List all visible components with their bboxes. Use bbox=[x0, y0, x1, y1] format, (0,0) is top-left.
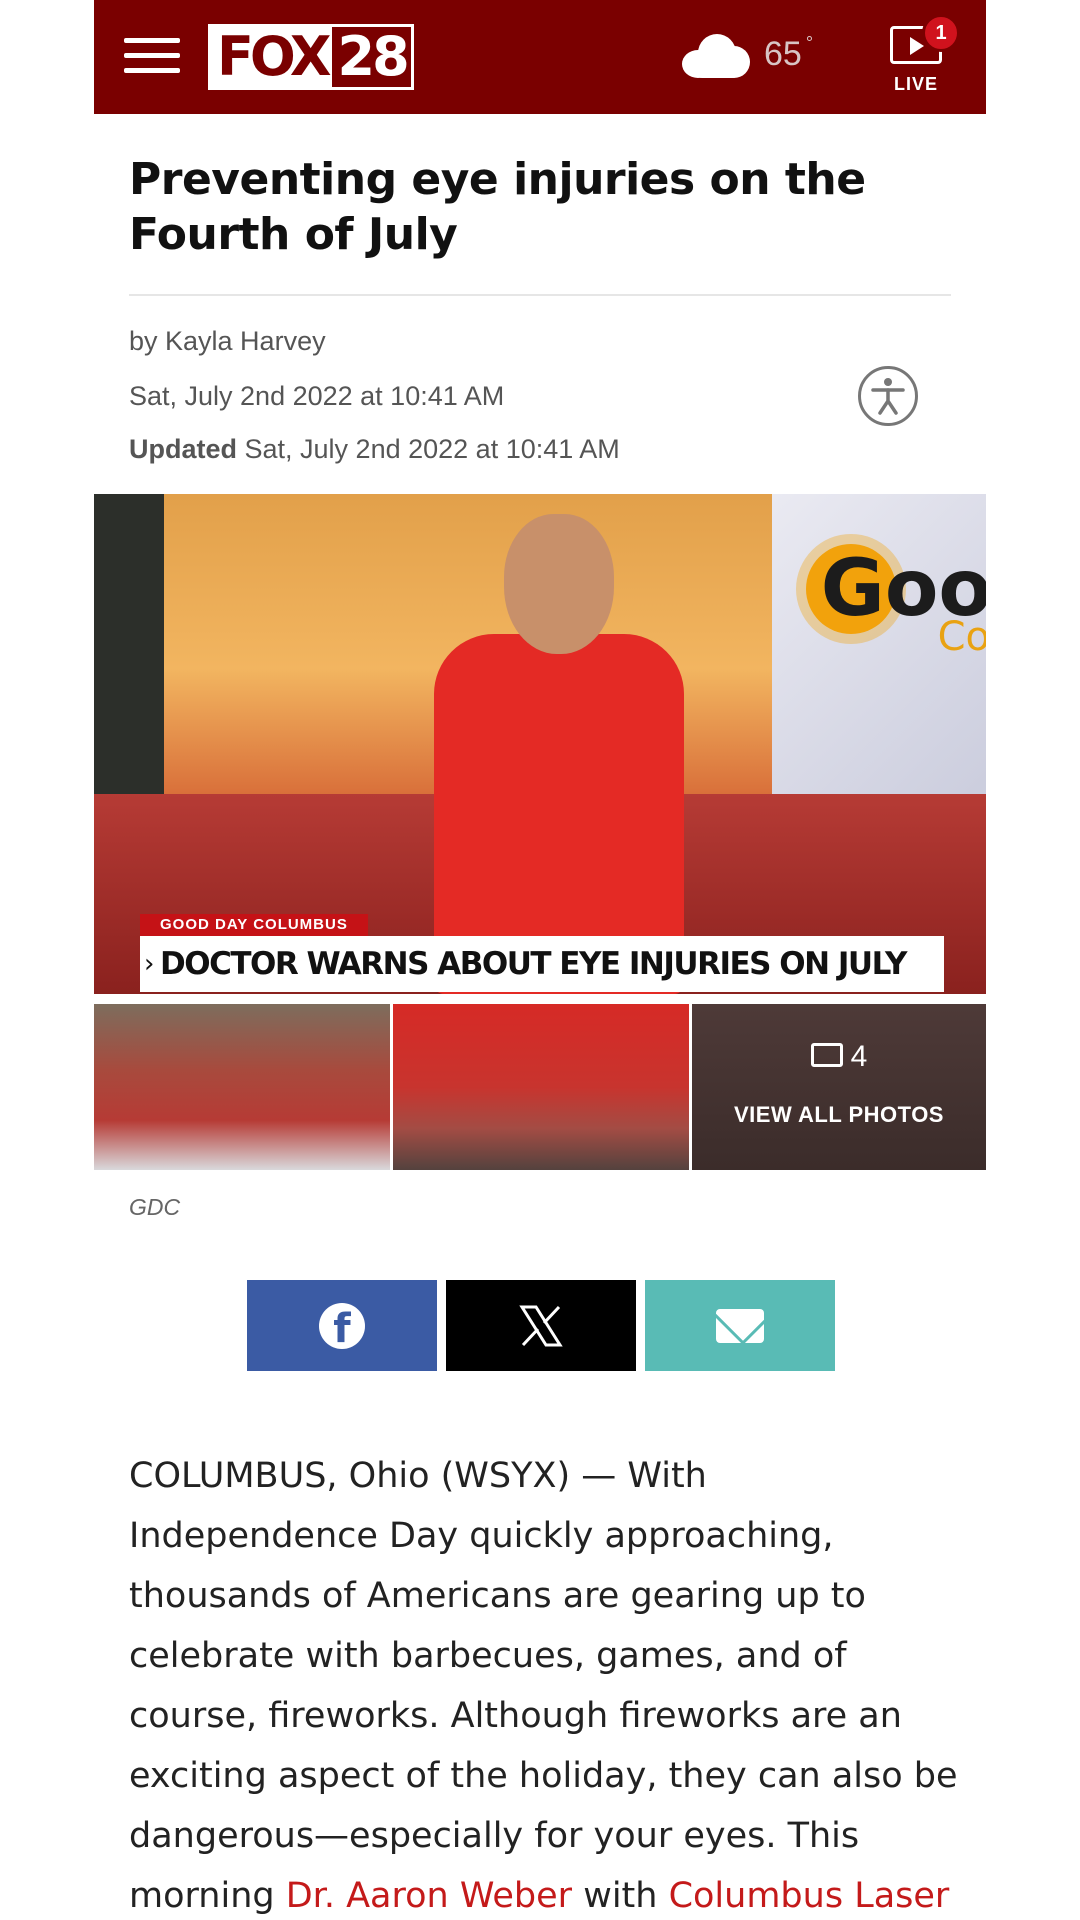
updated-date: Updated Sat, July 2nd 2022 at 10:41 AM bbox=[129, 434, 620, 465]
hero-video-image[interactable]: Goo Co GOOD DAY COLUMBUS DOCTOR WARNS AB… bbox=[94, 494, 986, 994]
share-x-button[interactable] bbox=[446, 1280, 636, 1371]
fox28-logo[interactable]: FOX 28 bbox=[208, 24, 414, 90]
notification-badge: 1 bbox=[922, 14, 960, 52]
mail-icon bbox=[716, 1308, 764, 1343]
facebook-icon: f bbox=[319, 1302, 365, 1349]
x-icon bbox=[519, 1305, 563, 1346]
accessibility-icon[interactable] bbox=[858, 366, 918, 426]
article-title: Preventing eye injuries on the Fourth of… bbox=[129, 154, 866, 260]
photo-thumbnail-2[interactable] bbox=[393, 1004, 689, 1170]
temperature-value: 65 ° bbox=[764, 32, 814, 73]
title-divider bbox=[129, 294, 951, 296]
share-facebook-button[interactable]: f bbox=[247, 1280, 437, 1371]
updated-label: Updated bbox=[129, 434, 237, 464]
photo-thumbnail-1[interactable] bbox=[94, 1004, 390, 1170]
studio-logo-subtext: Co bbox=[937, 614, 986, 660]
body-text-1: COLUMBUS, Ohio (WSYX) — With Independenc… bbox=[129, 1456, 958, 1916]
live-video-button[interactable]: 1 LIVE bbox=[880, 14, 980, 98]
logo-fox-text: FOX bbox=[211, 27, 332, 87]
chyron-headline: DOCTOR WARNS ABOUT EYE INJURIES ON JULY … bbox=[140, 936, 944, 992]
weather-widget[interactable]: 65 ° bbox=[678, 28, 813, 78]
image-gallery-icon bbox=[810, 1043, 843, 1068]
hamburger-menu-icon[interactable] bbox=[124, 38, 180, 74]
view-all-photos-label: VIEW ALL PHOTOS bbox=[733, 1102, 944, 1127]
photo-count: 4 bbox=[692, 1040, 986, 1074]
author-byline: by Kayla Harvey bbox=[129, 326, 326, 356]
logo-number-text: 28 bbox=[337, 25, 410, 88]
cloud-icon bbox=[678, 28, 750, 78]
share-email-button[interactable] bbox=[645, 1280, 835, 1371]
site-header: FOX 28 65 ° 1 LIVE bbox=[94, 0, 986, 114]
published-date: Sat, July 2nd 2022 at 10:41 AM bbox=[129, 381, 505, 411]
body-text-2: with bbox=[572, 1876, 669, 1916]
article-body: COLUMBUS, Ohio (WSYX) — With Independenc… bbox=[129, 1446, 959, 1920]
view-all-photos-button[interactable]: 4 VIEW ALL PHOTOS bbox=[692, 1004, 986, 1170]
doctor-figure bbox=[424, 514, 694, 994]
link-dr-aaron-weber[interactable]: Dr. Aaron Weber bbox=[286, 1876, 572, 1916]
photo-caption: GDC bbox=[129, 1194, 181, 1220]
updated-date-value: Sat, July 2nd 2022 at 10:41 AM bbox=[244, 434, 620, 464]
live-label: LIVE bbox=[893, 74, 938, 94]
chyron-show-tag: GOOD DAY COLUMBUS bbox=[140, 914, 368, 936]
